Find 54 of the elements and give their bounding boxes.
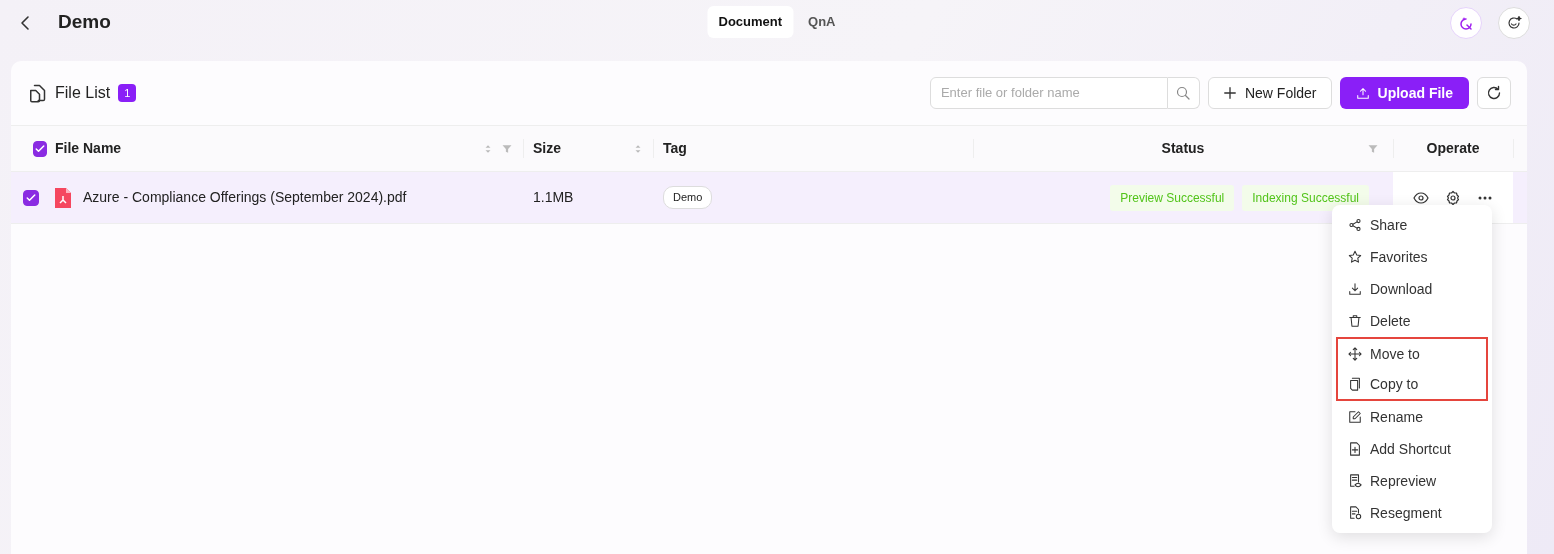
pdf-file-icon [55, 187, 71, 208]
tab[interactable]: QnA [797, 6, 847, 38]
menu-item[interactable]: Copy to [1338, 369, 1486, 399]
plus-icon [1222, 86, 1237, 100]
search-field[interactable]: Enter file or folder name [929, 77, 1168, 109]
row-checkbox[interactable] [23, 189, 39, 206]
select-all-checkbox[interactable] [33, 140, 47, 157]
assistant-button[interactable] [1450, 6, 1482, 39]
search-icon [1175, 85, 1192, 101]
star-icon [1348, 250, 1362, 264]
column-header: Tag [663, 139, 687, 158]
menu-item[interactable]: Resegment [1332, 497, 1492, 529]
status-tag: Indexing Successful [1242, 184, 1369, 211]
menu-item[interactable]: Share [1332, 209, 1492, 241]
file-size: 1.1MB [533, 188, 574, 207]
eye-icon[interactable] [1413, 189, 1429, 206]
count-badge: 1 [118, 83, 137, 103]
file-name: Azure - Compliance Offerings (September 2024).pdf [83, 188, 407, 207]
tab[interactable]: Document [707, 6, 794, 38]
segment-icon [1348, 506, 1362, 520]
copy-icon [1348, 377, 1362, 391]
page-title: Demo [58, 10, 111, 35]
menu-item[interactable]: Rename [1332, 401, 1492, 433]
column-header: Size [533, 139, 561, 158]
column-header: File Name [55, 139, 122, 158]
menu-item[interactable]: Repreview [1332, 465, 1492, 497]
refresh-button[interactable] [1477, 77, 1511, 109]
download-icon [1348, 282, 1362, 296]
tag-chip: Demo [663, 186, 713, 209]
share-icon [1348, 218, 1362, 232]
menu-item[interactable]: Delete [1332, 305, 1492, 337]
menu-item[interactable]: Move to [1338, 339, 1486, 369]
chat-smile-icon [1506, 14, 1522, 31]
check-icon [34, 142, 46, 155]
menu-item[interactable]: Favorites [1332, 241, 1492, 273]
trash-icon [1348, 314, 1362, 328]
settings-icon[interactable] [1445, 189, 1461, 206]
chat-button[interactable] [1498, 6, 1530, 39]
preview-icon [1348, 474, 1362, 488]
upload-icon [1355, 86, 1370, 100]
file-list-title: File List [55, 83, 111, 103]
move-icon [1348, 347, 1362, 361]
menu-item[interactable]: Download [1332, 273, 1492, 305]
refresh-icon [1486, 85, 1502, 101]
files-icon [27, 83, 47, 103]
upload-button[interactable]: Upload File [1339, 77, 1469, 109]
check-icon [25, 191, 37, 204]
column-header: Status [1161, 139, 1205, 158]
status-tag: Preview Successful [1110, 184, 1235, 211]
menu-item[interactable]: Add Shortcut [1332, 433, 1492, 465]
edit-icon [1348, 410, 1362, 424]
new-folder-button[interactable]: New Folder [1207, 77, 1332, 109]
column-header: Operate [1426, 139, 1480, 158]
addfile-icon [1348, 442, 1362, 456]
